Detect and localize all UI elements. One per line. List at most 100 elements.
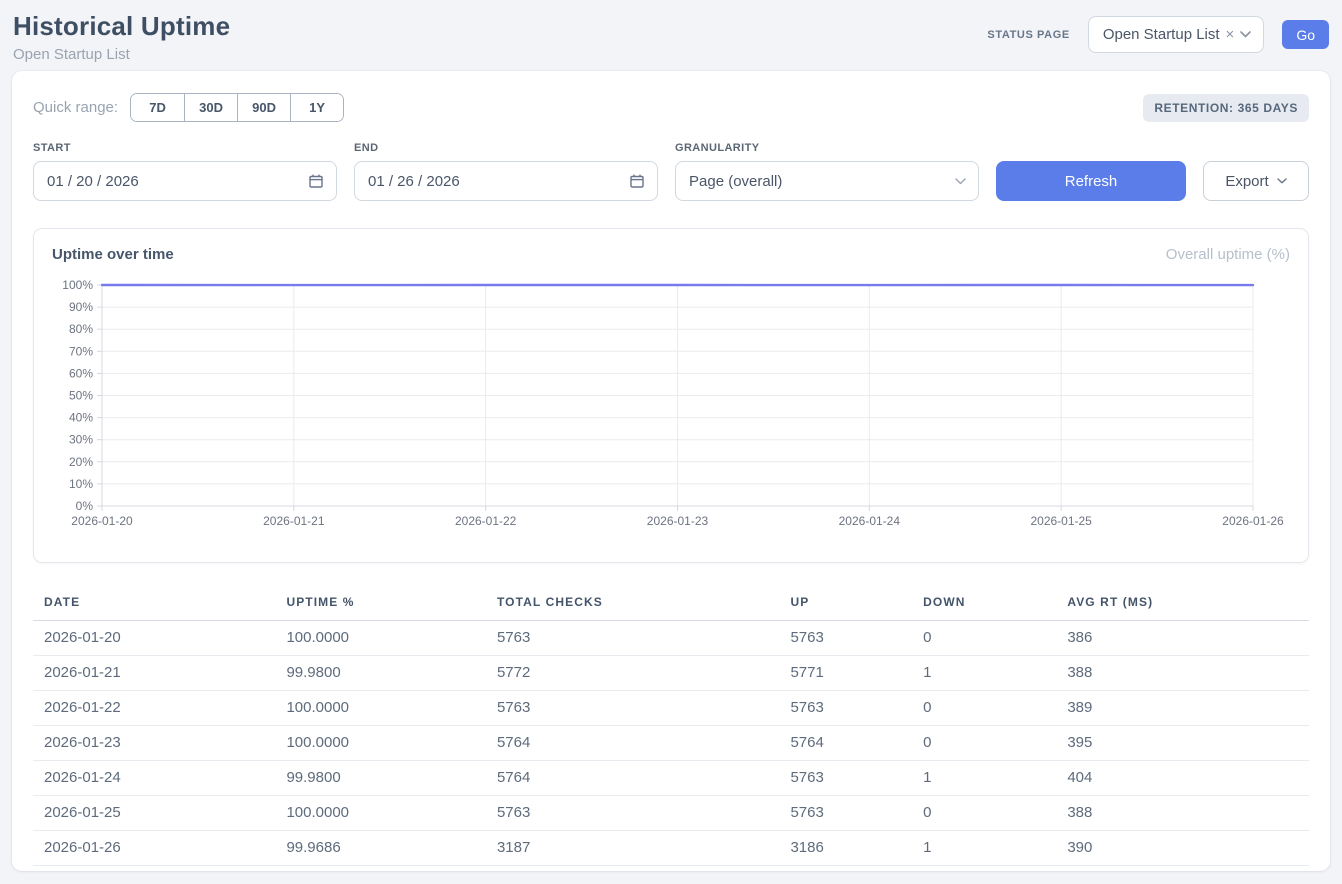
- column-header: UPTIME %: [275, 587, 486, 621]
- table-cell: 5763: [486, 621, 779, 656]
- table-cell: 388: [1056, 796, 1309, 831]
- column-header: DATE: [33, 587, 275, 621]
- table-cell: 0: [912, 691, 1056, 726]
- table-cell: 3187: [486, 831, 779, 866]
- granularity-label: GRANULARITY: [675, 142, 979, 154]
- chevron-down-icon: [955, 178, 966, 185]
- table-cell: 388: [1056, 656, 1309, 691]
- table-cell: 395: [1056, 726, 1309, 761]
- column-header: UP: [779, 587, 912, 621]
- end-date-input[interactable]: 01 / 26 / 2026: [354, 161, 658, 201]
- column-header: DOWN: [912, 587, 1056, 621]
- quick-range-buttons: 7D30D90D1Y: [130, 93, 344, 122]
- column-header: TOTAL CHECKS: [486, 587, 779, 621]
- chart-legend: Overall uptime (%): [1166, 246, 1290, 263]
- table-row: 2026-01-2199.9800577257711388: [33, 656, 1309, 691]
- page-header: Historical Uptime Open Startup List STAT…: [0, 0, 1342, 71]
- table-cell: 5763: [486, 691, 779, 726]
- calendar-icon[interactable]: [629, 173, 645, 189]
- granularity-field: GRANULARITY Page (overall): [675, 142, 979, 201]
- table-cell: 5764: [486, 761, 779, 796]
- table-cell: 100.0000: [275, 691, 486, 726]
- svg-text:2026-01-24: 2026-01-24: [839, 514, 901, 528]
- export-button[interactable]: Export: [1203, 161, 1309, 201]
- quick-range-7d[interactable]: 7D: [131, 94, 184, 121]
- table-cell: 99.9800: [275, 656, 486, 691]
- uptime-table: DATEUPTIME %TOTAL CHECKSUPDOWNAVG RT (MS…: [33, 587, 1309, 866]
- table-cell: 5763: [486, 796, 779, 831]
- svg-text:2026-01-23: 2026-01-23: [647, 514, 709, 528]
- table-cell: 5763: [779, 621, 912, 656]
- retention-badge: RETENTION: 365 DAYS: [1143, 94, 1309, 122]
- table-row: 2026-01-23100.0000576457640395: [33, 726, 1309, 761]
- start-date-value: 01 / 20 / 2026: [47, 173, 139, 190]
- end-date-field: END 01 / 26 / 2026: [354, 142, 658, 201]
- table-cell: 1: [912, 761, 1056, 796]
- refresh-button[interactable]: Refresh: [996, 161, 1186, 201]
- chart-svg: 0%10%20%30%40%50%60%70%80%90%100%2026-01…: [50, 277, 1291, 535]
- chart-header: Uptime over time Overall uptime (%): [50, 246, 1292, 263]
- svg-text:50%: 50%: [69, 389, 93, 403]
- table-row: 2026-01-25100.0000576357630388: [33, 796, 1309, 831]
- table-cell: 2026-01-20: [33, 621, 275, 656]
- table-cell: 5763: [779, 796, 912, 831]
- column-header: AVG RT (MS): [1056, 587, 1309, 621]
- calendar-icon[interactable]: [308, 173, 324, 189]
- table-cell: 2026-01-25: [33, 796, 275, 831]
- table-header-row: DATEUPTIME %TOTAL CHECKSUPDOWNAVG RT (MS…: [33, 587, 1309, 621]
- filters-row: START 01 / 20 / 2026 END 01 / 26 / 2026: [33, 142, 1309, 201]
- status-page-label: STATUS PAGE: [987, 29, 1069, 41]
- svg-text:2026-01-22: 2026-01-22: [455, 514, 517, 528]
- uptime-chart-card: Uptime over time Overall uptime (%) 0%10…: [33, 228, 1309, 563]
- page-subtitle: Open Startup List: [13, 46, 230, 63]
- clear-selection-icon[interactable]: ×: [1226, 27, 1235, 42]
- table-cell: 0: [912, 621, 1056, 656]
- table-cell: 1: [912, 831, 1056, 866]
- go-button[interactable]: Go: [1282, 20, 1329, 49]
- end-label: END: [354, 142, 658, 154]
- svg-text:2026-01-21: 2026-01-21: [263, 514, 325, 528]
- table-cell: 100.0000: [275, 621, 486, 656]
- table-cell: 5771: [779, 656, 912, 691]
- uptime-line-chart: 0%10%20%30%40%50%60%70%80%90%100%2026-01…: [50, 277, 1292, 540]
- status-page-value: Open Startup List: [1103, 26, 1220, 43]
- main-panel: Quick range: 7D30D90D1Y RETENTION: 365 D…: [12, 71, 1330, 871]
- table-cell: 5763: [779, 691, 912, 726]
- table-cell: 99.9800: [275, 761, 486, 796]
- page-title: Historical Uptime: [13, 11, 230, 42]
- quick-range-30d[interactable]: 30D: [184, 94, 237, 121]
- table-cell: 100.0000: [275, 726, 486, 761]
- table-cell: 5763: [779, 761, 912, 796]
- start-date-input[interactable]: 01 / 20 / 2026: [33, 161, 337, 201]
- table-cell: 386: [1056, 621, 1309, 656]
- granularity-select[interactable]: Page (overall): [675, 161, 979, 201]
- quick-range-1y[interactable]: 1Y: [290, 94, 343, 121]
- svg-text:60%: 60%: [69, 366, 93, 380]
- svg-text:30%: 30%: [69, 433, 93, 447]
- svg-text:20%: 20%: [69, 455, 93, 469]
- granularity-value: Page (overall): [689, 173, 782, 190]
- start-label: START: [33, 142, 337, 154]
- table-cell: 390: [1056, 831, 1309, 866]
- svg-text:80%: 80%: [69, 322, 93, 336]
- table-row: 2026-01-2699.9686318731861390: [33, 831, 1309, 866]
- svg-text:2026-01-26: 2026-01-26: [1222, 514, 1284, 528]
- table-cell: 2026-01-26: [33, 831, 275, 866]
- status-page-select[interactable]: Open Startup List ×: [1088, 16, 1265, 53]
- table-row: 2026-01-20100.0000576357630386: [33, 621, 1309, 656]
- table-cell: 2026-01-22: [33, 691, 275, 726]
- svg-text:2026-01-20: 2026-01-20: [71, 514, 133, 528]
- table-cell: 5764: [486, 726, 779, 761]
- table-cell: 3186: [779, 831, 912, 866]
- header-controls: STATUS PAGE Open Startup List × Go: [987, 11, 1329, 53]
- table-cell: 0: [912, 796, 1056, 831]
- svg-text:2026-01-25: 2026-01-25: [1030, 514, 1092, 528]
- title-block: Historical Uptime Open Startup List: [13, 11, 230, 63]
- svg-text:10%: 10%: [69, 477, 93, 491]
- table-cell: 1: [912, 656, 1056, 691]
- table-cell: 404: [1056, 761, 1309, 796]
- table-cell: 389: [1056, 691, 1309, 726]
- quick-range-90d[interactable]: 90D: [237, 94, 290, 121]
- quick-range-group: Quick range: 7D30D90D1Y: [33, 93, 344, 122]
- svg-text:40%: 40%: [69, 411, 93, 425]
